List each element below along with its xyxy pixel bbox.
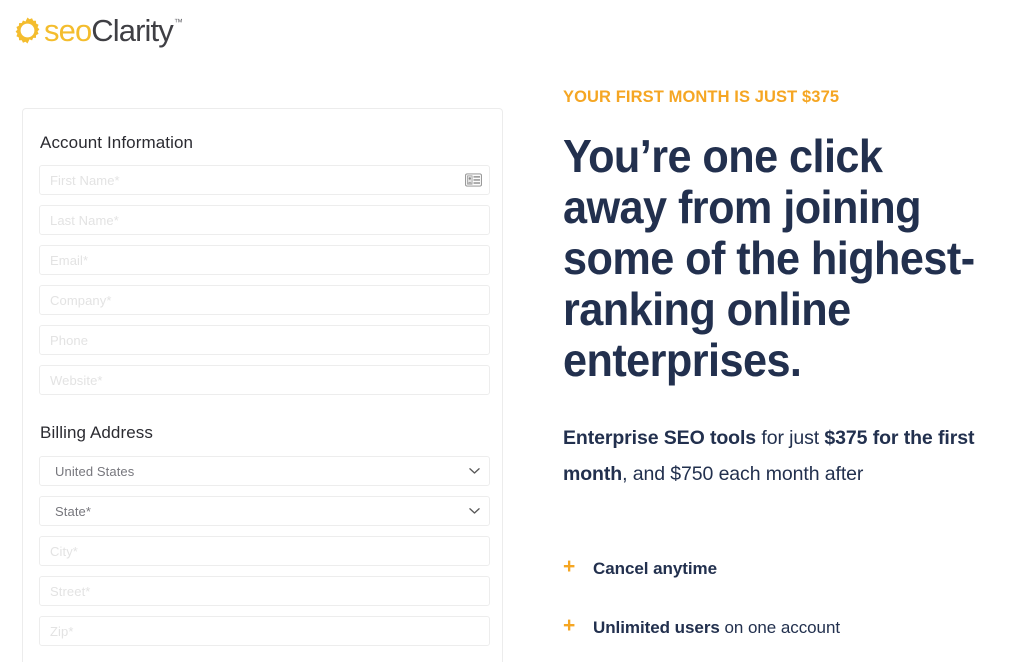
- logo-clarity-text: Clarity: [91, 12, 173, 48]
- subhead-text-1: for just: [756, 427, 825, 449]
- state-select[interactable]: State*: [39, 496, 490, 526]
- phone-placeholder: Phone: [50, 332, 89, 348]
- last-name-field[interactable]: Last Name*: [39, 205, 490, 235]
- signup-page: seo Clarity ™ Account Information First Na…: [0, 0, 1024, 662]
- billing-address-heading: Billing Address: [40, 423, 154, 442]
- phone-field[interactable]: Phone: [39, 325, 490, 355]
- first-name-field[interactable]: First Name*: [39, 165, 490, 195]
- email-field[interactable]: Email*: [39, 245, 490, 275]
- company-field[interactable]: Company*: [39, 285, 490, 315]
- city-placeholder: City*: [50, 543, 78, 559]
- page-title: You’re one click away from joining some …: [563, 130, 975, 386]
- last-name-placeholder: Last Name*: [50, 212, 119, 228]
- zip-field[interactable]: Zip*: [39, 616, 490, 646]
- promo-eyebrow: YOUR FIRST MONTH IS JUST $375: [563, 88, 840, 106]
- logo-seo-text: seo: [44, 12, 92, 48]
- subhead-text-2: , and $750 each month after: [622, 463, 864, 485]
- benefit-bold: Unlimited users: [593, 618, 720, 637]
- website-field[interactable]: Website*: [39, 365, 490, 395]
- plus-icon: +: [563, 555, 576, 578]
- country-select[interactable]: United States: [39, 456, 490, 486]
- benefits-list: + Cancel anytime + Unlimited users on on…: [563, 555, 1024, 662]
- account-information-heading: Account Information: [40, 133, 194, 152]
- benefit-item-unlimited-users: + Unlimited users on one account: [563, 614, 1024, 639]
- first-name-placeholder: First Name*: [50, 172, 120, 188]
- company-placeholder: Company*: [50, 292, 112, 308]
- benefit-bold: Cancel anytime: [593, 559, 718, 578]
- marketing-panel: YOUR FIRST MONTH IS JUST $375 You’re one…: [563, 0, 1024, 662]
- zip-placeholder: Zip*: [50, 623, 74, 639]
- benefit-item-cancel-anytime: + Cancel anytime: [563, 555, 1024, 580]
- logo-wordmark: seo Clarity ™: [44, 15, 183, 46]
- city-field[interactable]: City*: [39, 536, 490, 566]
- street-placeholder: Street*: [50, 583, 91, 599]
- plus-icon: +: [563, 614, 576, 637]
- benefit-text: Cancel anytime: [593, 558, 717, 580]
- street-field[interactable]: Street*: [39, 576, 490, 606]
- subhead-bold-1: Enterprise SEO tools: [563, 427, 757, 449]
- benefit-rest: on one account: [719, 618, 841, 637]
- sunburst-icon: [15, 16, 40, 44]
- chevron-down-icon: [469, 508, 480, 514]
- website-placeholder: Website*: [50, 372, 103, 388]
- benefit-text: Unlimited users on one account: [593, 617, 840, 639]
- email-placeholder: Email*: [50, 252, 89, 268]
- contact-card-icon[interactable]: [465, 173, 482, 187]
- state-select-value: State*: [55, 503, 92, 519]
- logo-trademark: ™: [173, 16, 183, 27]
- signup-form-card: Account Information First Name* Last Nam…: [22, 108, 503, 662]
- country-select-value: United States: [55, 463, 135, 479]
- pricing-subhead: Enterprise SEO tools for just $375 for t…: [563, 420, 1013, 492]
- brand-logo[interactable]: seo Clarity ™: [13, 13, 183, 47]
- chevron-down-icon: [469, 468, 480, 474]
